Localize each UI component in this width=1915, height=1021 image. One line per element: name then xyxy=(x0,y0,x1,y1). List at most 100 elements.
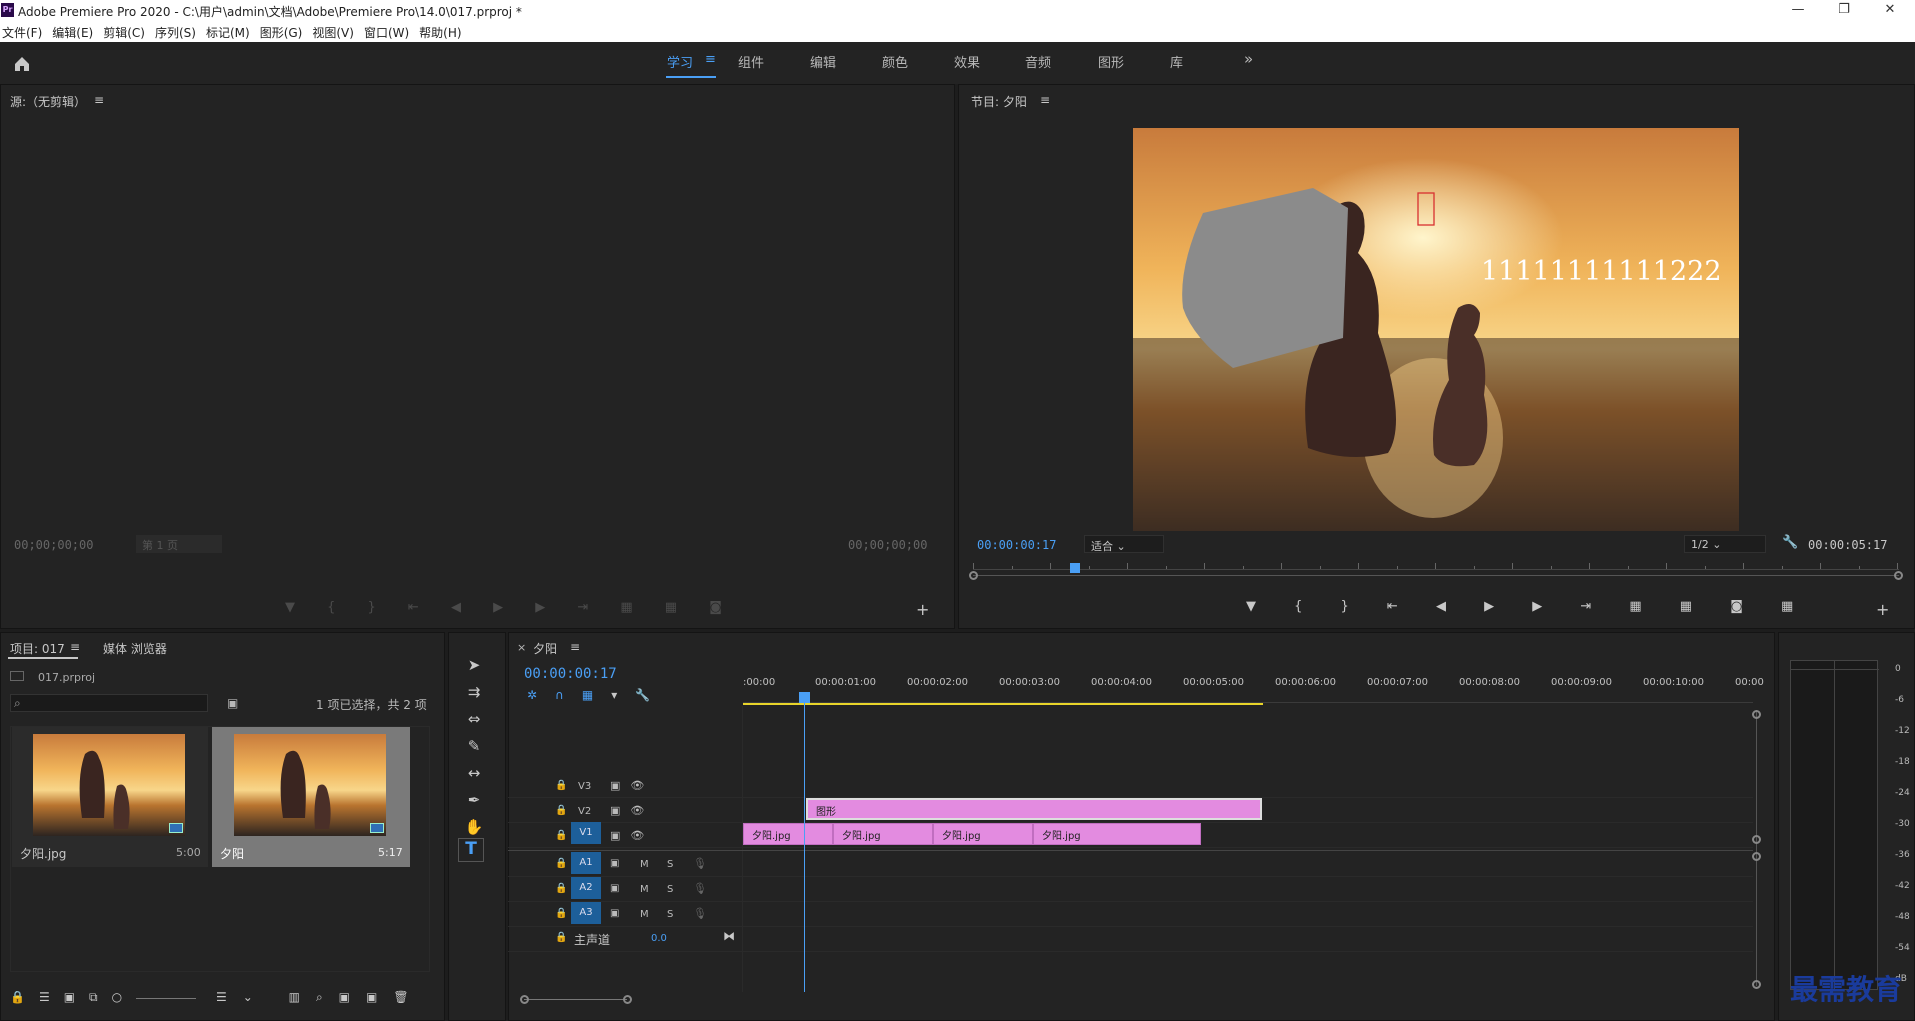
workspace-tab-assembly[interactable]: 组件 xyxy=(738,52,764,71)
scroll-handle[interactable] xyxy=(1752,710,1761,719)
zoom-slider[interactable] xyxy=(136,998,196,999)
timeline-ruler[interactable]: :00:00 00:00:01:00 00:00:02:00 00:00:03:00 0… xyxy=(743,677,1764,689)
menu-graphics[interactable]: 图形(G) xyxy=(258,22,311,42)
horizontal-zoom-scrollbar[interactable] xyxy=(524,999,627,1000)
source-timecode-in[interactable]: 00;00;00;00 xyxy=(14,538,93,552)
menu-marker[interactable]: 标记(M) xyxy=(204,22,258,42)
scroll-handle[interactable] xyxy=(623,995,632,1004)
close-button[interactable]: ✕ xyxy=(1867,0,1913,22)
more-workspaces-icon[interactable]: » xyxy=(1244,50,1253,68)
track-v1-toggle-icons[interactable]: ▣👁 xyxy=(610,829,654,842)
program-mini-ruler[interactable] xyxy=(973,560,1899,570)
lock-icon[interactable]: 🔒 xyxy=(555,805,567,816)
program-playhead[interactable] xyxy=(1069,563,1080,573)
type-tool-button[interactable]: T xyxy=(458,838,484,862)
clip-image[interactable]: 夕阳.jpg xyxy=(743,823,833,845)
new-bin-from-search-icon[interactable]: ▣ xyxy=(227,696,238,710)
source-add-button-icon[interactable]: + xyxy=(916,600,929,619)
scroll-handle[interactable] xyxy=(1752,852,1761,861)
workspace-tab-editing[interactable]: 编辑 xyxy=(810,52,836,71)
track-label-a3[interactable]: A3 xyxy=(571,902,601,924)
track-a2-output-icon[interactable]: ▣ xyxy=(610,883,619,894)
program-timecode[interactable]: 00:00:00:17 xyxy=(977,538,1056,552)
source-page-select[interactable]: 第 1 页 xyxy=(136,535,222,553)
program-fit-select[interactable]: 适合 ⌄ xyxy=(1084,535,1164,553)
solo-button[interactable]: S xyxy=(667,884,673,895)
project-panel-title[interactable]: 项目: 017 xyxy=(10,640,65,657)
menu-window[interactable]: 窗口(W) xyxy=(362,22,417,42)
source-panel-title[interactable]: 源:（无剪辑） xyxy=(10,93,86,110)
lock-icon[interactable]: 🔒 xyxy=(555,883,567,894)
lock-icon[interactable]: 🔒 xyxy=(555,780,567,791)
solo-button[interactable]: S xyxy=(667,859,673,870)
workspace-tab-graphics[interactable]: 图形 xyxy=(1098,52,1124,71)
program-transport-controls[interactable]: ▼ { } ⇤ ◀ ▶ ▶ ⇥ ▦ ▦ ◙ ▦ xyxy=(1246,599,1810,614)
media-browser-tab[interactable]: 媒体 浏览器 xyxy=(103,640,167,657)
track-label-a1[interactable]: A1 xyxy=(571,852,601,874)
scroll-handle[interactable] xyxy=(520,995,529,1004)
track-a3-output-icon[interactable]: ▣ xyxy=(610,908,619,919)
program-panel-title[interactable]: 节目: 夕阳 xyxy=(971,93,1027,110)
source-transport-controls[interactable]: ▼ { } ⇤ ◀ ▶ ▶ ⇥ ▦ ▦ ◙ xyxy=(285,600,736,615)
workspace-tab-effects[interactable]: 效果 xyxy=(954,52,980,71)
program-panel-menu-icon[interactable]: ≡ xyxy=(1040,93,1050,107)
microphone-icon[interactable]: 🎙 xyxy=(693,907,707,920)
source-panel-menu-icon[interactable]: ≡ xyxy=(94,93,104,107)
lock-icon[interactable]: 🔒 xyxy=(555,932,567,943)
clip-image[interactable]: 夕阳.jpg xyxy=(933,823,1033,845)
master-go-to-end-icon[interactable]: ⧓ xyxy=(723,929,735,943)
lock-icon[interactable]: 🔒 xyxy=(555,858,567,869)
program-scrub-bar[interactable] xyxy=(969,571,1903,581)
tool-buttons[interactable]: ➤ ⇉ ⇔ ✎ ↔ ✒ ✋ xyxy=(464,652,484,841)
menu-sequence[interactable]: 序列(S) xyxy=(153,22,204,42)
workspace-tab-libraries[interactable]: 库 xyxy=(1170,52,1183,71)
maximize-button[interactable]: ❐ xyxy=(1821,0,1867,22)
lock-icon[interactable]: 🔒 xyxy=(555,830,567,841)
program-resolution-select[interactable]: 1/2 ⌄ xyxy=(1684,535,1766,553)
clip-graphic[interactable]: 图形 xyxy=(806,798,1262,820)
track-label-v1[interactable]: V1 xyxy=(571,822,601,844)
workspace-tab-color[interactable]: 颜色 xyxy=(882,52,908,71)
track-a1-output-icon[interactable]: ▣ xyxy=(610,858,619,869)
track-v2-toggle-icons[interactable]: ▣👁 xyxy=(610,804,654,817)
work-area-bar[interactable] xyxy=(743,703,1263,705)
scroll-handle[interactable] xyxy=(1752,835,1761,844)
microphone-icon[interactable]: 🎙 xyxy=(693,857,707,870)
minimize-button[interactable]: — xyxy=(1775,0,1821,22)
clip-image[interactable]: 夕阳.jpg xyxy=(1033,823,1201,845)
menu-help[interactable]: 帮助(H) xyxy=(417,22,469,42)
timeline-timecode[interactable]: 00:00:00:17 xyxy=(524,666,617,682)
project-footer-actions[interactable]: ☰⌄ ▥⌕▣▣🗑 xyxy=(216,990,425,1005)
project-panel-menu-icon[interactable]: ≡ xyxy=(70,640,80,654)
program-settings-wrench-icon[interactable]: 🔧 xyxy=(1782,535,1798,550)
timeline-toolbar-icons[interactable]: ✲∩▦▾🔧 xyxy=(527,688,668,702)
project-footer-toolbar[interactable]: 🔒☰▣⧉○ xyxy=(10,990,136,1005)
track-label-a2[interactable]: A2 xyxy=(571,877,601,899)
track-v3-toggle-icons[interactable]: ▣👁 xyxy=(610,779,654,792)
timeline-menu-icon[interactable]: ≡ xyxy=(570,640,580,654)
workspace-tab-audio[interactable]: 音频 xyxy=(1025,52,1051,71)
workspace-menu-icon[interactable]: ≡ xyxy=(705,52,716,67)
vertical-scrollbar[interactable] xyxy=(1756,710,1757,986)
scroll-handle[interactable] xyxy=(1752,980,1761,989)
timeline-close-icon[interactable]: × xyxy=(517,641,526,654)
solo-button[interactable]: S xyxy=(667,909,673,920)
lock-icon[interactable]: 🔒 xyxy=(555,908,567,919)
menu-clip[interactable]: 剪辑(C) xyxy=(101,22,153,42)
clip-image[interactable]: 夕阳.jpg xyxy=(833,823,933,845)
mute-button[interactable]: M xyxy=(640,884,649,895)
program-video-frame[interactable] xyxy=(1133,128,1739,531)
mute-button[interactable]: M xyxy=(640,859,649,870)
project-search-input[interactable]: ⌕ xyxy=(10,694,208,712)
microphone-icon[interactable]: 🎙 xyxy=(693,882,707,895)
track-label-v3[interactable]: V3 xyxy=(578,781,591,792)
timeline-sequence-tab[interactable]: 夕阳 xyxy=(533,640,557,657)
timeline-playhead[interactable] xyxy=(799,692,810,703)
menu-file[interactable]: 文件(F) xyxy=(0,22,50,42)
master-volume-value[interactable]: 0.0 xyxy=(651,933,667,944)
menu-view[interactable]: 视图(V) xyxy=(310,22,362,42)
track-label-v2[interactable]: V2 xyxy=(578,806,591,817)
program-add-button-icon[interactable]: + xyxy=(1876,600,1889,619)
mute-button[interactable]: M xyxy=(640,909,649,920)
home-icon[interactable] xyxy=(12,54,32,74)
